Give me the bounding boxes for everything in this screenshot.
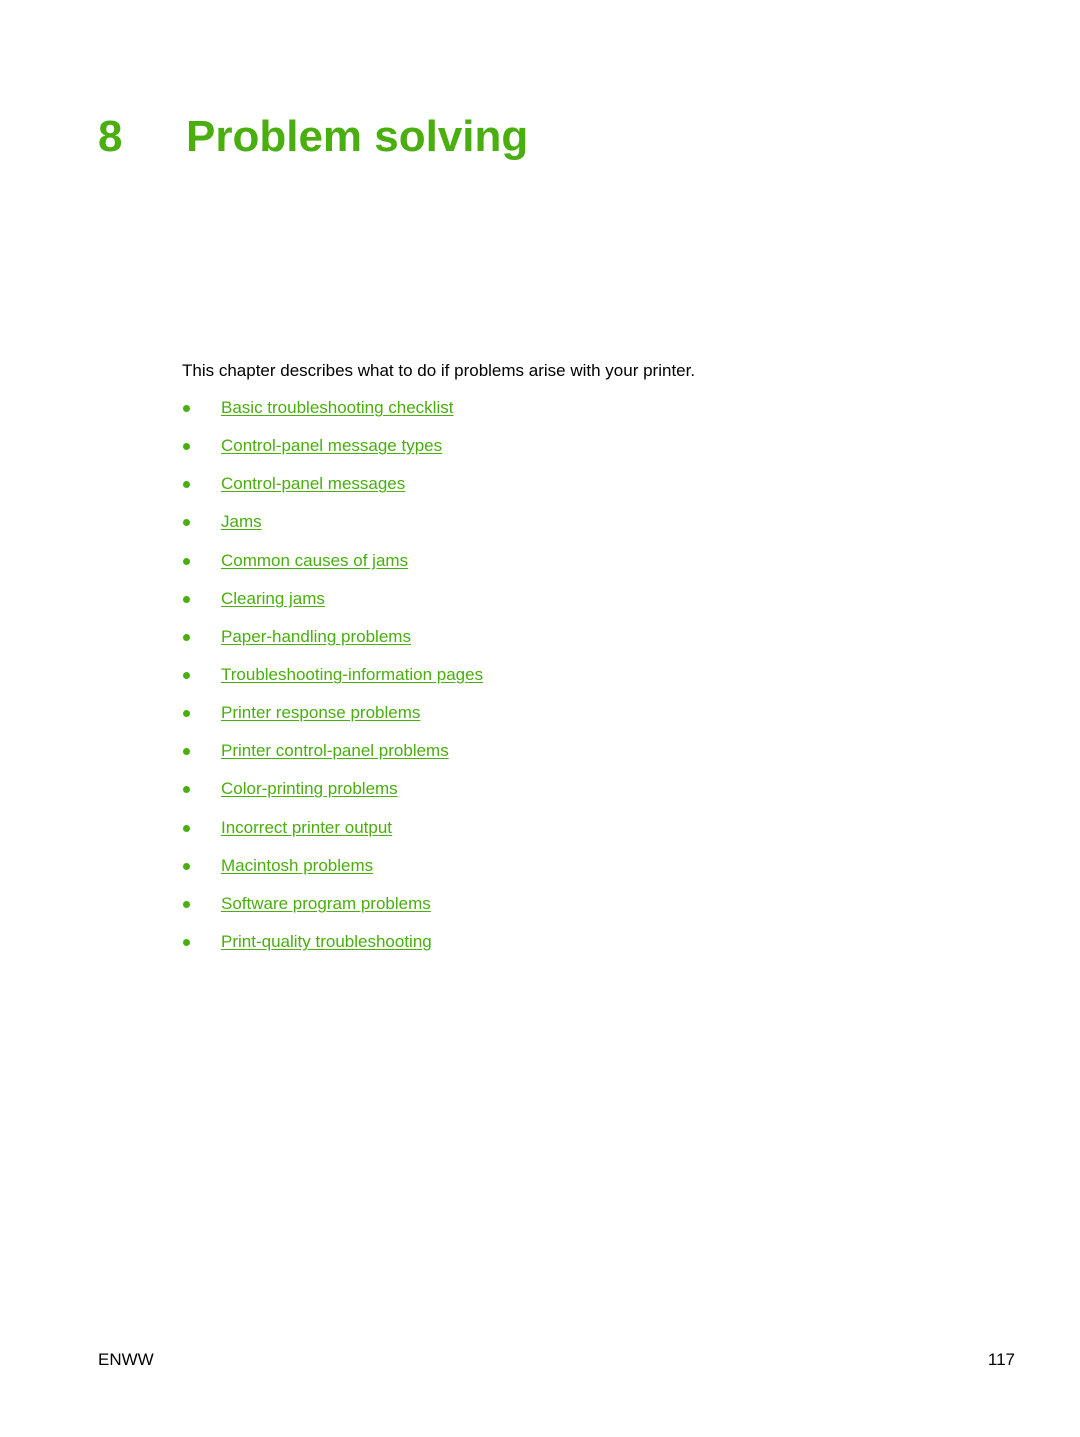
list-item: Basic troubleshooting checklist xyxy=(182,397,483,435)
toc-link-common-causes-of-jams[interactable]: Common causes of jams xyxy=(221,550,408,572)
bullet-icon xyxy=(183,748,190,756)
bullet-icon xyxy=(183,481,190,489)
bullet-icon xyxy=(183,862,190,870)
bullet-icon xyxy=(183,633,190,641)
list-item: Common causes of jams xyxy=(182,550,483,588)
toc-link-incorrect-printer-output[interactable]: Incorrect printer output xyxy=(221,817,392,839)
toc-link-printer-control-panel-problems[interactable]: Printer control-panel problems xyxy=(221,740,449,762)
toc-link-basic-troubleshooting-checklist[interactable]: Basic troubleshooting checklist xyxy=(221,397,453,419)
toc-link-jams[interactable]: Jams xyxy=(221,511,262,533)
list-item: Macintosh problems xyxy=(182,855,483,893)
chapter-title: Problem solving xyxy=(186,112,529,161)
toc-link-paper-handling-problems[interactable]: Paper-handling problems xyxy=(221,626,411,648)
bullet-icon xyxy=(183,519,190,527)
footer-label: ENWW xyxy=(98,1350,154,1369)
bullet-icon xyxy=(183,405,190,412)
list-item: Incorrect printer output xyxy=(182,817,483,855)
bullet-icon xyxy=(183,824,190,832)
bullet-icon xyxy=(183,595,190,603)
toc-link-software-program-problems[interactable]: Software program problems xyxy=(221,893,431,915)
list-item: Color-printing problems xyxy=(182,778,483,816)
chapter-contents-list: Basic troubleshooting checklist Control-… xyxy=(182,397,483,969)
toc-link-color-printing-problems[interactable]: Color-printing problems xyxy=(221,778,398,800)
chapter-heading: 8 Problem solving xyxy=(98,110,528,164)
bullet-icon xyxy=(183,710,190,718)
bullet-icon xyxy=(183,786,190,794)
list-item: Control-panel message types xyxy=(182,435,483,473)
list-item: Software program problems xyxy=(182,893,483,931)
list-item: Print-quality troubleshooting xyxy=(182,931,483,969)
toc-link-macintosh-problems[interactable]: Macintosh problems xyxy=(221,855,373,877)
toc-link-control-panel-message-types[interactable]: Control-panel message types xyxy=(221,435,442,457)
toc-link-printer-response-problems[interactable]: Printer response problems xyxy=(221,702,420,724)
list-item: Jams xyxy=(182,511,483,549)
intro-text: This chapter describes what to do if pro… xyxy=(182,361,696,380)
toc-link-control-panel-messages[interactable]: Control-panel messages xyxy=(221,473,405,495)
chapter-number: 8 xyxy=(98,112,123,161)
list-item: Control-panel messages xyxy=(182,473,483,511)
toc-link-troubleshooting-information-pages[interactable]: Troubleshooting-information pages xyxy=(221,664,483,686)
page-number: 117 xyxy=(987,1350,1015,1369)
list-item: Troubleshooting-information pages xyxy=(182,664,483,702)
toc-link-clearing-jams[interactable]: Clearing jams xyxy=(221,588,325,610)
list-item: Printer control-panel problems xyxy=(182,740,483,778)
toc-link-print-quality-troubleshooting[interactable]: Print-quality troubleshooting xyxy=(221,931,432,953)
bullet-icon xyxy=(183,557,190,565)
bullet-icon xyxy=(183,900,190,908)
list-item: Paper-handling problems xyxy=(182,626,483,664)
list-item: Printer response problems xyxy=(182,702,483,740)
bullet-icon xyxy=(183,938,190,946)
bullet-icon xyxy=(183,443,190,451)
list-item: Clearing jams xyxy=(182,588,483,626)
bullet-icon xyxy=(183,671,190,679)
